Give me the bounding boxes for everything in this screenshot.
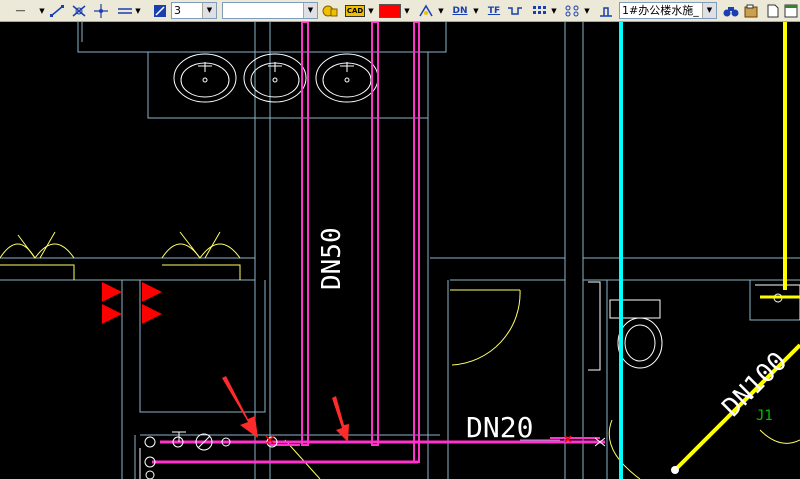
snap-icon [50, 4, 64, 17]
line-button[interactable] [116, 2, 134, 19]
grid-button[interactable] [530, 2, 548, 19]
tf-button[interactable]: TF [484, 2, 504, 19]
j1-label: J1 [756, 408, 773, 424]
cad-toolbar: ---- ▼ ▼ 3 ▼ ▼ CAD ▼ ▼ ▼ DN ▼ TF ▼ ▼ 1#办… [0, 0, 800, 22]
spreadsheet-icon [784, 4, 798, 17]
dn20-label: DN20 [466, 411, 533, 444]
dots-icon [565, 5, 579, 16]
chevron-down-icon[interactable]: ▼ [303, 3, 317, 18]
intersect-button[interactable] [92, 2, 110, 19]
pipe-dropdown[interactable]: ▼ [437, 2, 445, 19]
grid-icon [533, 5, 546, 14]
endpoint-button[interactable] [70, 2, 88, 19]
canvas-background [0, 22, 800, 479]
color-dropdown[interactable]: ▼ [403, 2, 411, 19]
drawing-combo-value: 1#办公楼水施_ [622, 4, 699, 17]
binoculars-icon [723, 6, 739, 16]
drawing-combo[interactable]: 1#办公楼水施_ ▼ [619, 2, 717, 19]
drawing-canvas[interactable]: DN50 DN20 DN100 J1 [0, 22, 800, 479]
chevron-down-icon[interactable]: ▼ [202, 3, 216, 18]
cad-icon: CAD [344, 4, 366, 17]
lineweight-combo[interactable]: 3 ▼ [171, 2, 217, 19]
pipe-icon [419, 4, 433, 16]
document-icon [767, 4, 779, 17]
lineweight-value: 3 [174, 4, 181, 17]
fitting-icon [508, 6, 522, 15]
dn-icon: DN [452, 5, 468, 16]
color-button[interactable] [379, 2, 401, 19]
line-dropdown[interactable]: ▼ [134, 2, 142, 19]
snap-button[interactable] [48, 2, 66, 19]
layer-lock-icon [322, 5, 338, 16]
dots-dropdown[interactable]: ▼ [583, 2, 591, 19]
valve-button[interactable] [597, 2, 615, 19]
properties-button[interactable] [742, 2, 760, 19]
cad-dropdown[interactable]: ▼ [367, 2, 375, 19]
color-icon [379, 3, 401, 18]
dn50-label: DN50 [317, 227, 347, 290]
linetype-button[interactable]: ---- [2, 2, 38, 19]
valve-icon [600, 6, 612, 17]
line-icon [118, 7, 132, 14]
grid-dropdown[interactable]: ▼ [550, 2, 558, 19]
intersect-icon [94, 3, 108, 18]
layer-combo[interactable]: ▼ [222, 2, 318, 19]
tf-icon: TF [487, 5, 501, 16]
dn-dropdown[interactable]: ▼ [472, 2, 480, 19]
zoom-window-icon [154, 4, 166, 17]
dn-button[interactable]: DN [449, 2, 471, 19]
linetype-dropdown[interactable]: ▼ [38, 2, 46, 19]
fitting-button[interactable] [506, 2, 524, 19]
chevron-down-icon[interactable]: ▼ [702, 3, 716, 18]
zoom-window-button[interactable] [151, 2, 169, 19]
layer-lock-button[interactable] [321, 2, 339, 19]
cad-button[interactable]: CAD [344, 2, 366, 19]
spreadsheet-button[interactable] [783, 2, 799, 19]
document-button[interactable] [764, 2, 782, 19]
find-button[interactable] [722, 2, 740, 19]
pipe-button[interactable] [417, 2, 435, 19]
properties-icon [744, 4, 758, 17]
dots-button[interactable] [563, 2, 581, 19]
endpoint-icon [72, 4, 86, 17]
linetype-icon: ---- [15, 5, 26, 16]
